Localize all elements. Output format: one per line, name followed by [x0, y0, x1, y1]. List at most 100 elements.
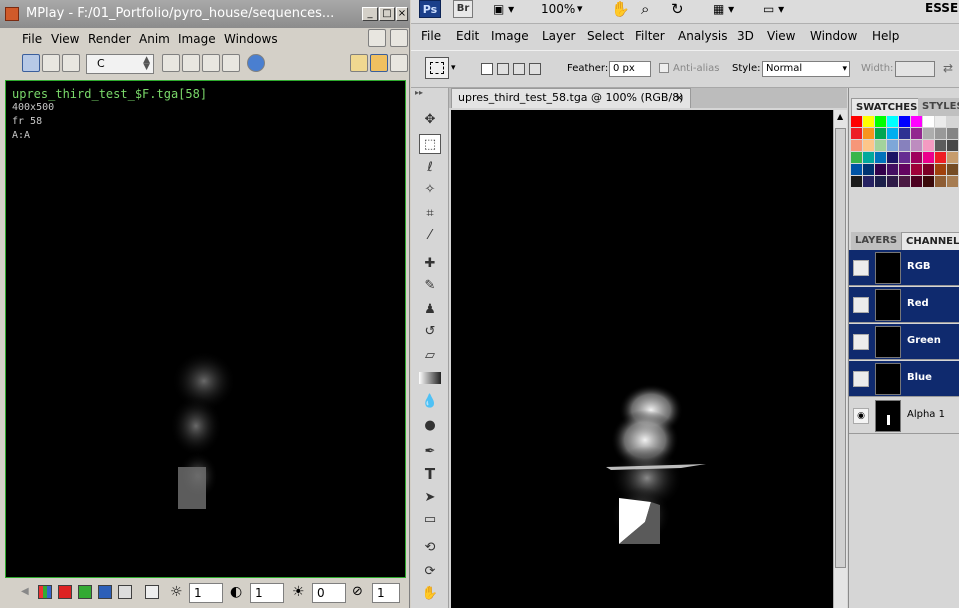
- swatch-color[interactable]: [923, 176, 934, 187]
- swatch-color[interactable]: [851, 140, 862, 151]
- feather-input[interactable]: 0 px: [609, 61, 651, 77]
- swatch-color[interactable]: [899, 176, 910, 187]
- swatch-color[interactable]: [935, 152, 946, 163]
- menu-file[interactable]: File: [22, 32, 42, 46]
- ps-menu-layer[interactable]: Layer: [542, 29, 575, 43]
- crop-tool-icon[interactable]: ⌗: [419, 204, 441, 224]
- close-icon[interactable]: ×: [396, 7, 408, 21]
- lasso-tool-icon[interactable]: ℓ: [419, 158, 441, 178]
- channel-row-alpha-1[interactable]: ◉ Alpha 1: [849, 398, 959, 434]
- swatch-color[interactable]: [875, 128, 886, 139]
- zoom-level[interactable]: 100%: [541, 2, 575, 16]
- display-icon[interactable]: [62, 54, 80, 72]
- swatch-color[interactable]: [875, 152, 886, 163]
- zoom-tool-icon[interactable]: ⌕: [641, 0, 649, 18]
- document-tab[interactable]: upres_third_test_58.tga @ 100% (RGB/8) ×: [451, 88, 691, 108]
- grid-icon[interactable]: [370, 54, 388, 72]
- swatch-color[interactable]: [887, 176, 898, 187]
- swatch-color[interactable]: [923, 116, 934, 127]
- swatch-color[interactable]: [923, 140, 934, 151]
- visibility-toggle[interactable]: [853, 371, 869, 387]
- contrast-field[interactable]: 1: [250, 583, 284, 603]
- swatch-color[interactable]: [947, 128, 958, 139]
- zoom-in-icon[interactable]: [162, 54, 180, 72]
- minimize-icon[interactable]: _: [362, 7, 378, 21]
- gradient-tool-icon[interactable]: [419, 372, 441, 384]
- timeline-icon[interactable]: [42, 54, 60, 72]
- swatch-color[interactable]: [899, 140, 910, 151]
- ps-menu-file[interactable]: File: [421, 29, 441, 43]
- swatch-color[interactable]: [923, 128, 934, 139]
- swatch-color[interactable]: [899, 116, 910, 127]
- antialias-checkbox[interactable]: [659, 63, 669, 73]
- checker-icon[interactable]: [350, 54, 368, 72]
- healing-brush-tool-icon[interactable]: ✚: [419, 254, 441, 274]
- zoom-out-icon[interactable]: [182, 54, 200, 72]
- mplay-titlebar[interactable]: MPlay - F:/01_Portfolio/pyro_house/seque…: [0, 0, 410, 28]
- swatch-color[interactable]: [911, 128, 922, 139]
- scrollbar-thumb[interactable]: [835, 128, 846, 568]
- marquee-preset-icon[interactable]: [425, 57, 449, 79]
- lut-field[interactable]: 1: [372, 583, 400, 603]
- swatch-color[interactable]: [863, 128, 874, 139]
- swatch-color[interactable]: [851, 152, 862, 163]
- swatch-color[interactable]: [947, 116, 958, 127]
- preset-dropdown-icon[interactable]: ▾: [451, 63, 456, 73]
- swatch-color[interactable]: [899, 152, 910, 163]
- 3d-rotate-tool-icon[interactable]: ⟲: [419, 538, 441, 558]
- swatches-tab[interactable]: SWATCHES: [851, 98, 923, 116]
- subtract-selection-icon[interactable]: [513, 63, 525, 75]
- swatch-color[interactable]: [935, 116, 946, 127]
- mplay-viewport[interactable]: upres_third_test_$F.tga[58] 400x500 fr 5…: [5, 80, 406, 578]
- shape-tool-icon[interactable]: ▭: [419, 510, 441, 530]
- ps-menu-edit[interactable]: Edit: [456, 29, 479, 43]
- viewer-mode-icon[interactable]: [22, 54, 40, 72]
- swatch-color[interactable]: [851, 116, 862, 127]
- hand-tool-icon[interactable]: ✋: [611, 0, 630, 18]
- menu-view[interactable]: View: [51, 32, 79, 46]
- scroll-up-icon[interactable]: ▲: [837, 112, 843, 121]
- swatch-color[interactable]: [935, 140, 946, 151]
- swatch-color[interactable]: [923, 152, 934, 163]
- swatch-color[interactable]: [935, 176, 946, 187]
- swatch-color[interactable]: [911, 176, 922, 187]
- ps-menu-help[interactable]: Help: [872, 29, 899, 43]
- swatch-color[interactable]: [875, 140, 886, 151]
- ps-menu-filter[interactable]: Filter: [635, 29, 665, 43]
- home-icon[interactable]: [202, 54, 220, 72]
- clone-stamp-tool-icon[interactable]: ♟: [419, 300, 441, 320]
- swatch-color[interactable]: [947, 152, 958, 163]
- swatch-color[interactable]: [911, 152, 922, 163]
- type-tool-icon[interactable]: T: [419, 464, 441, 484]
- channel-row-rgb[interactable]: RGB: [849, 250, 959, 286]
- maximize-icon[interactable]: □: [379, 7, 395, 21]
- document-close-icon[interactable]: ×: [675, 89, 684, 107]
- swatch-color[interactable]: [947, 176, 958, 187]
- ps-menu-select[interactable]: Select: [587, 29, 624, 43]
- swatch-color[interactable]: [863, 176, 874, 187]
- swatch-color[interactable]: [887, 164, 898, 175]
- swatch-color[interactable]: [863, 116, 874, 127]
- magic-wand-tool-icon[interactable]: ✧: [419, 180, 441, 200]
- ps-menu-window[interactable]: Window: [810, 29, 857, 43]
- channels-tab[interactable]: CHANNELS: [901, 232, 959, 250]
- width-input[interactable]: [895, 61, 935, 77]
- red-channel-icon[interactable]: [58, 585, 72, 599]
- scroll-left-icon[interactable]: ◀: [21, 586, 29, 597]
- visibility-toggle[interactable]: [853, 297, 869, 313]
- path-selection-tool-icon[interactable]: ➤: [419, 488, 441, 508]
- intersect-selection-icon[interactable]: [529, 63, 541, 75]
- toolbox-collapse-icon[interactable]: ▸▸: [415, 88, 423, 97]
- styles-tab[interactable]: STYLES: [918, 98, 959, 116]
- swap-icon[interactable]: ⇄: [943, 61, 953, 75]
- swatch-color[interactable]: [923, 164, 934, 175]
- gamma-toggle-icon[interactable]: [145, 585, 159, 599]
- blur-tool-icon[interactable]: 💧: [419, 392, 441, 412]
- swatch-color[interactable]: [863, 152, 874, 163]
- ps-menu-image[interactable]: Image: [491, 29, 529, 43]
- screen-mode-menu-icon[interactable]: ▭ ▾: [763, 2, 784, 16]
- eyedropper-tool-icon[interactable]: ⁄: [419, 226, 441, 246]
- snapshot-icon[interactable]: [368, 29, 386, 47]
- screen-mode-icon[interactable]: ▣ ▾: [493, 2, 514, 16]
- rotate-view-icon[interactable]: ↻: [671, 0, 684, 18]
